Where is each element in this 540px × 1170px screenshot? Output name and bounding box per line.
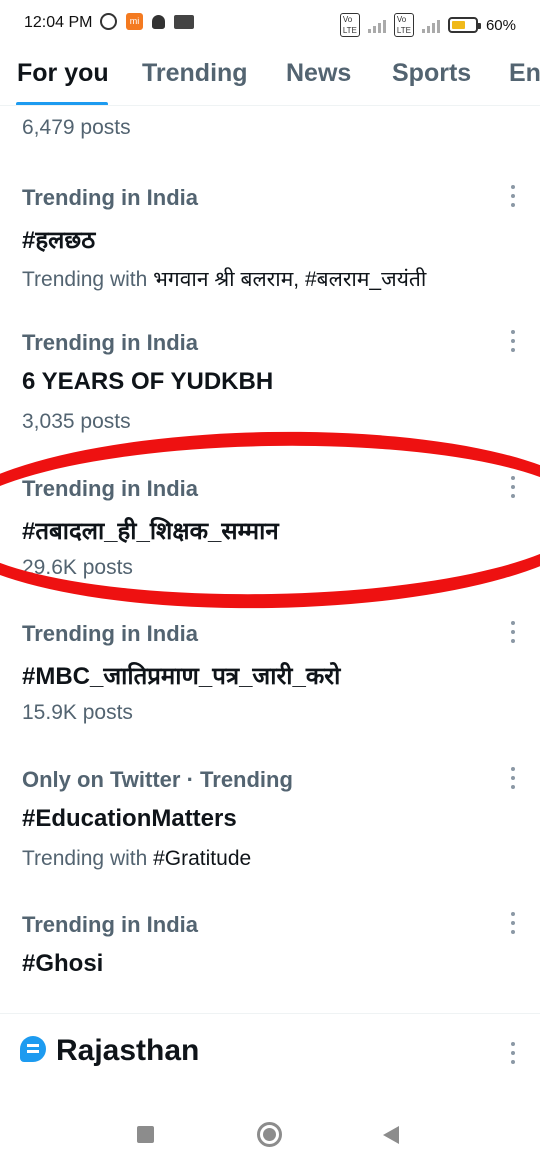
section-divider bbox=[0, 1013, 540, 1014]
tab-sports[interactable]: Sports bbox=[392, 59, 471, 88]
tab-for-you[interactable]: For you bbox=[17, 59, 109, 88]
trend-context: Only on Twitter · Trending bbox=[22, 767, 293, 792]
more-options-icon[interactable] bbox=[510, 1042, 516, 1064]
news-icon bbox=[174, 14, 194, 29]
trend-title[interactable]: 6 YEARS OF YUDKBH bbox=[22, 368, 273, 396]
trend-meta: Trending with #Gratitude bbox=[22, 847, 251, 871]
battery-icon bbox=[447, 17, 481, 33]
trend-item[interactable]: Trending in India 6 YEARS OF YUDKBH 3,03… bbox=[0, 330, 540, 476]
tab-news[interactable]: News bbox=[286, 59, 351, 88]
trend-title[interactable]: #हलछठ bbox=[22, 223, 95, 256]
tab-trending[interactable]: Trending bbox=[142, 59, 248, 88]
more-options-icon[interactable] bbox=[510, 767, 516, 789]
trend-meta-prefix: Trending with bbox=[22, 268, 154, 291]
signal-icon bbox=[367, 17, 386, 33]
trend-meta-prefix: Trending with bbox=[22, 847, 154, 870]
alarm-icon bbox=[100, 13, 117, 30]
trend-meta: Trending with भगवान श्री बलराम, #बलराम_ज… bbox=[22, 265, 426, 293]
signal-icon bbox=[421, 17, 440, 33]
trend-title[interactable]: #तबादला_ही_शिक्षक_सम्मान bbox=[22, 514, 279, 547]
trend-item[interactable]: Only on Twitter · Trending #EducationMat… bbox=[0, 767, 540, 913]
section-title: Rajasthan bbox=[56, 1034, 200, 1067]
home-button[interactable] bbox=[257, 1122, 282, 1147]
trend-meta: 15.9K posts bbox=[22, 701, 133, 724]
active-tab-indicator bbox=[16, 102, 108, 105]
system-nav-bar bbox=[0, 1100, 540, 1170]
more-options-icon[interactable] bbox=[510, 476, 516, 498]
status-bar: 12:04 PM mi Vo LTE Vo LTE 60% bbox=[0, 0, 540, 48]
mi-icon: mi bbox=[126, 13, 143, 30]
trend-meta-value: भगवान श्री बलराम, #बलराम_जयंती bbox=[153, 268, 427, 291]
trend-item[interactable]: Trending in India #तबादला_ही_शिक्षक_सम्म… bbox=[0, 476, 540, 622]
location-section-header[interactable]: Rajasthan bbox=[0, 1030, 540, 1080]
bell-icon bbox=[152, 14, 165, 29]
trend-context: Trending in India bbox=[22, 912, 198, 937]
back-button[interactable] bbox=[383, 1126, 399, 1144]
trend-context: Trending in India bbox=[22, 185, 198, 210]
status-time: 12:04 PM bbox=[24, 14, 93, 31]
tab-bar: For you Trending News Sports En bbox=[0, 54, 540, 106]
volte-icon: Vo LTE bbox=[339, 13, 360, 37]
battery-percent: 60% bbox=[485, 16, 516, 34]
trend-context: Trending in India bbox=[22, 621, 198, 646]
more-options-icon[interactable] bbox=[510, 330, 516, 352]
volte-icon: Vo LTE bbox=[393, 13, 414, 37]
trend-context: Trending in India bbox=[22, 330, 198, 355]
recents-button[interactable] bbox=[137, 1126, 154, 1143]
trend-item[interactable]: Trending in India #हलछठ Trending with भग… bbox=[0, 185, 540, 331]
more-options-icon[interactable] bbox=[510, 912, 516, 934]
location-icon bbox=[20, 1036, 46, 1062]
more-options-icon[interactable] bbox=[510, 621, 516, 643]
more-options-icon[interactable] bbox=[510, 185, 516, 207]
tab-entertainment[interactable]: En bbox=[509, 59, 540, 88]
trend-context: Trending in India bbox=[22, 476, 198, 501]
trend-item[interactable]: Trending in India #MBC_जातिप्रमाण_पत्र_ज… bbox=[0, 621, 540, 767]
trend-meta: 3,035 posts bbox=[22, 410, 131, 433]
trend-title[interactable]: #Ghosi bbox=[22, 950, 103, 978]
trend-meta-value: #Gratitude bbox=[153, 847, 252, 870]
trend-meta: 29.6K posts bbox=[22, 556, 133, 579]
trend-post-count: 6,479 posts bbox=[22, 116, 131, 139]
trend-title[interactable]: #MBC_जातिप्रमाण_पत्र_जारी_करो bbox=[22, 659, 340, 692]
trend-title[interactable]: #EducationMatters bbox=[22, 805, 237, 833]
